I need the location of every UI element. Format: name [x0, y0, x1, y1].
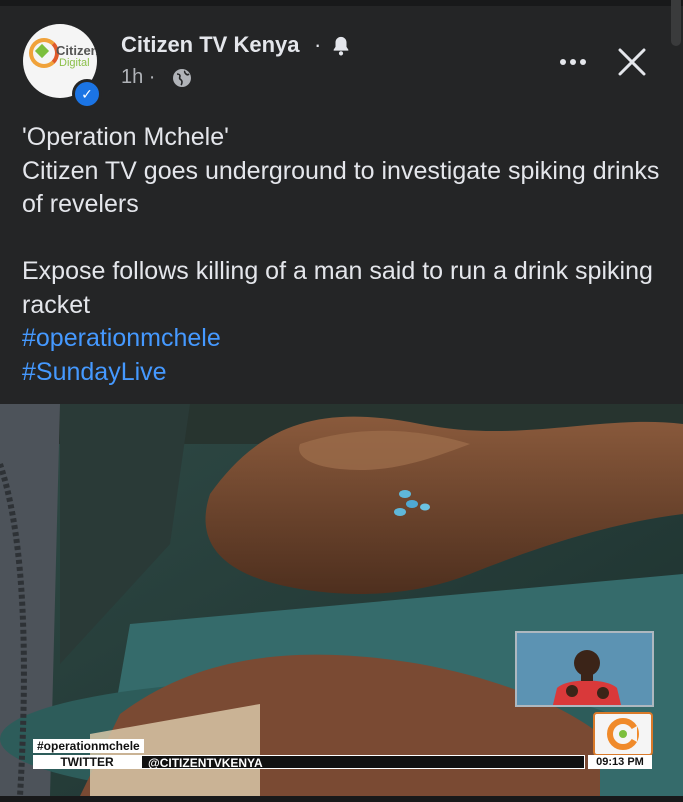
bottom-divider	[0, 796, 683, 802]
more-dot	[560, 59, 566, 65]
citizen-tv-logo	[593, 712, 653, 756]
post-body-line: Citizen TV goes underground to investiga…	[22, 156, 660, 219]
hashtag-link[interactable]: #operationmchele	[22, 322, 662, 356]
close-icon[interactable]	[616, 46, 648, 78]
hashtag-link[interactable]: #SundayLive	[22, 356, 662, 390]
post-body-line: Expose follows killing of a man said to …	[22, 257, 653, 319]
avatar-logo-text: Citizen	[56, 43, 97, 58]
ticker-label: TWITTER	[33, 755, 141, 769]
scroll-indicator	[671, 0, 681, 46]
post-video[interactable]	[0, 404, 683, 796]
video-frame	[0, 404, 683, 796]
post-text: 'Operation Mchele' Citizen TV goes under…	[22, 121, 662, 389]
avatar-logo-subtext: Digital	[59, 57, 90, 69]
post-timestamp[interactable]: 1h ·	[121, 66, 155, 89]
name-separator: ·	[314, 32, 322, 57]
more-dot	[570, 59, 576, 65]
post-title: 'Operation Mchele'	[22, 123, 229, 151]
more-options-icon[interactable]	[552, 44, 594, 80]
interpreter-figure	[517, 633, 652, 705]
sign-language-inset	[515, 631, 654, 707]
ticker-handle: @CITIZENTVKENYA	[141, 755, 585, 770]
globe-icon	[173, 69, 191, 87]
more-dot	[580, 59, 586, 65]
status-bar	[0, 0, 683, 6]
channel-logo-mark	[607, 718, 639, 750]
page-name[interactable]: Citizen TV Kenya	[121, 32, 299, 58]
bell-icon[interactable]	[330, 35, 352, 57]
ticker-time: 09:13 PM	[588, 755, 652, 769]
ticker-hashtag: #operationmchele	[33, 739, 144, 753]
verified-badge-icon: ✓	[72, 79, 102, 109]
